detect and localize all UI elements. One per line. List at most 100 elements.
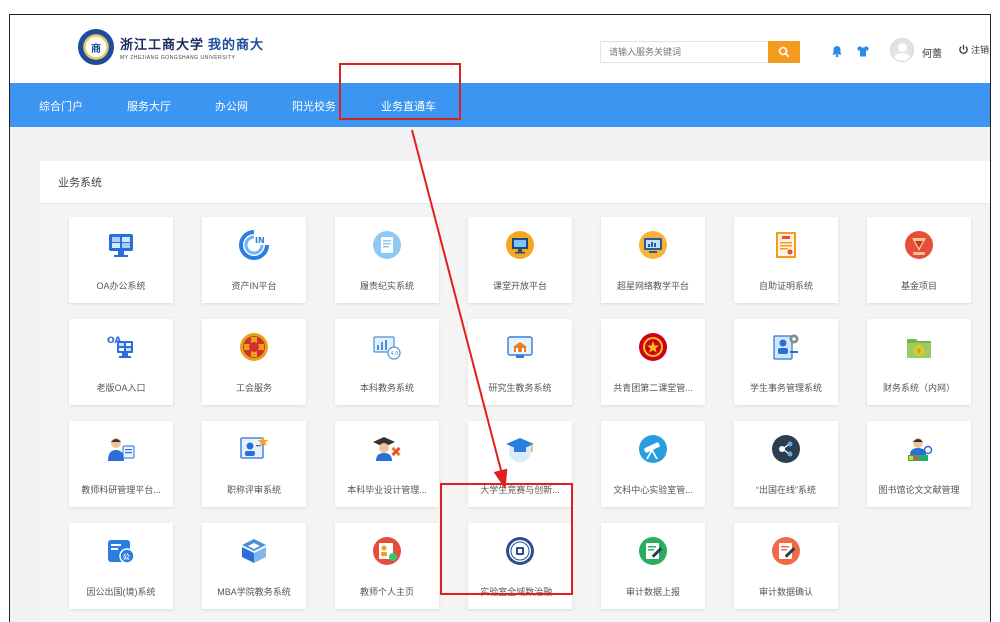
system-tile[interactable]: 自助证明系统 [734, 217, 838, 303]
system-tile[interactable]: 履责纪实系统 [335, 217, 439, 303]
system-tile-label: 共青团第二课堂管... [613, 383, 693, 393]
official-abroad-icon: 公 [105, 535, 137, 567]
union-badge-icon [238, 331, 270, 363]
system-tile[interactable]: 图书馆论文文献管理 [867, 421, 971, 507]
system-tile[interactable]: 审计数据确认 [734, 523, 838, 609]
skin-shirt-icon[interactable] [856, 44, 870, 58]
old-oa-icon: OA [105, 331, 137, 363]
youth-league-icon [637, 331, 669, 363]
system-tile-label: 课堂开放平台 [492, 281, 547, 291]
monitor-icon [105, 229, 137, 261]
svg-text:¥: ¥ [916, 348, 921, 356]
system-tile[interactable]: OA 老版OA入口 [69, 319, 173, 405]
search-icon [778, 46, 790, 58]
system-tile-label: 职称评审系统 [226, 485, 281, 495]
logout-button[interactable]: 注销 [958, 43, 989, 56]
logout-label: 注销 [971, 45, 990, 55]
system-tile-label: 学生事务管理系统 [749, 383, 822, 393]
header: 商 浙江工商大学 我的商大 MY ZHEJIANG GONGSHANG UNIVE… [10, 15, 990, 83]
panel-title: 业务系统 [58, 177, 102, 189]
avatar[interactable] [890, 38, 914, 62]
logo-title: 浙江工商大学 [120, 37, 205, 53]
system-tile[interactable]: 基金项目 [867, 217, 971, 303]
university-logo[interactable]: 商 浙江工商大学 我的商大 MY ZHEJIANG GONGSHANG UNIVE… [78, 29, 264, 65]
system-tile-label: 基金项目 [900, 281, 937, 291]
in-platform-icon: IN [238, 229, 270, 261]
finance-folder-icon: ¥ [903, 331, 935, 363]
system-tile-label: 教师科研管理平台... [81, 485, 161, 495]
student-affairs-icon [770, 331, 802, 363]
system-tile[interactable]: 教师科研管理平台... [69, 421, 173, 507]
system-tile-label: 资产IN平台 [231, 281, 277, 291]
library-paper-icon [903, 433, 935, 465]
system-tile[interactable]: 工会服务 [202, 319, 306, 405]
search-input[interactable] [600, 41, 768, 63]
audit-report-icon [637, 535, 669, 567]
system-tile[interactable]: 教师个人主页 [335, 523, 439, 609]
username[interactable]: 何蕾 [922, 45, 942, 60]
system-tile[interactable]: 研究生教务系统 [468, 319, 572, 405]
research-management-icon [105, 433, 137, 465]
system-tile[interactable]: 公因公出国(境)系统 [69, 523, 173, 609]
system-tile-label: 图书馆论文文献管理 [878, 485, 960, 495]
system-tile-label: 超星网络教学平台 [616, 281, 689, 291]
system-tile[interactable]: 4.0 本科教务系统 [335, 319, 439, 405]
system-tile-label: 本科教务系统 [359, 383, 414, 393]
nav-item-office[interactable]: 办公网 [215, 98, 248, 114]
nav-item-service-hall[interactable]: 服务大厅 [127, 98, 171, 114]
audit-confirm-icon [770, 535, 802, 567]
svg-text:4.0: 4.0 [390, 351, 398, 357]
mba-logo-icon [238, 535, 270, 567]
system-tile[interactable]: 课堂开放平台 [468, 217, 572, 303]
system-tile[interactable]: IN 资产IN平台 [202, 217, 306, 303]
system-tile[interactable]: ¥ 财务系统（内网） [867, 319, 971, 405]
system-tile-label: 工会服务 [235, 383, 272, 393]
title-review-icon [238, 433, 270, 465]
system-tile[interactable]: 文科中心实验室管... [601, 421, 705, 507]
system-tile[interactable]: OA办公系统 [69, 217, 173, 303]
system-tile[interactable]: 审计数据上报 [601, 523, 705, 609]
university-seal-icon: 商 [78, 29, 114, 65]
nav-item-portal[interactable]: 综合门户 [39, 98, 83, 114]
system-tile-label: 审计数据确认 [758, 587, 813, 597]
academic-chart-icon: 4.0 [371, 331, 403, 363]
abroad-online-icon [770, 433, 802, 465]
document-icon [371, 229, 403, 261]
competition-cap-icon [504, 433, 536, 465]
svg-text:公: 公 [123, 553, 130, 561]
system-tile-label: 审计数据上报 [625, 587, 680, 597]
system-tile[interactable]: 超星网络教学平台 [601, 217, 705, 303]
system-tile-label: 文科中心实验室管... [613, 485, 693, 495]
lab-telescope-icon [637, 433, 669, 465]
system-tile-label: MBA学院教务系统 [217, 587, 291, 597]
power-icon [959, 44, 968, 54]
classroom-screen-icon [504, 229, 536, 261]
bell-icon[interactable] [830, 44, 844, 58]
system-tile[interactable]: 职称评审系统 [202, 421, 306, 507]
system-tile[interactable]: MBA学院教务系统 [202, 523, 306, 609]
system-tile-label: 老版OA入口 [96, 383, 146, 393]
svg-text:IN: IN [255, 236, 265, 245]
system-tile-label: 研究生教务系统 [488, 383, 552, 393]
system-tile-label: 因公出国(境)系统 [86, 587, 156, 597]
nav-item-sunshine[interactable]: 阳光校务 [292, 98, 336, 114]
search-button[interactable] [768, 41, 800, 63]
system-tile-label: OA办公系统 [96, 281, 146, 291]
logo-english: MY ZHEJIANG GONGSHANG UNIVERSITY [120, 54, 236, 61]
system-tile[interactable]: “出国在线”系统 [734, 421, 838, 507]
logo-subtitle: 我的商大 [208, 37, 265, 53]
teacher-homepage-icon [371, 535, 403, 567]
fund-project-icon [903, 229, 935, 261]
certificate-icon [770, 229, 802, 261]
system-tile[interactable]: 学生事务管理系统 [734, 319, 838, 405]
system-tile-label: 财务系统（内网） [882, 383, 955, 393]
system-tile[interactable]: 本科毕业设计管理... [335, 421, 439, 507]
system-tile-label: “出国在线”系统 [756, 485, 816, 495]
tile-highlight-box [440, 483, 573, 595]
system-tile[interactable]: 共青团第二课堂管... [601, 319, 705, 405]
system-tile-label: 教师个人主页 [359, 587, 414, 597]
system-tile-label: 履责纪实系统 [359, 281, 414, 291]
graduate-affairs-icon [504, 331, 536, 363]
search-bar [600, 41, 800, 63]
main-nav: 综合门户 服务大厅 办公网 阳光校务 业务直通车 [10, 83, 990, 127]
